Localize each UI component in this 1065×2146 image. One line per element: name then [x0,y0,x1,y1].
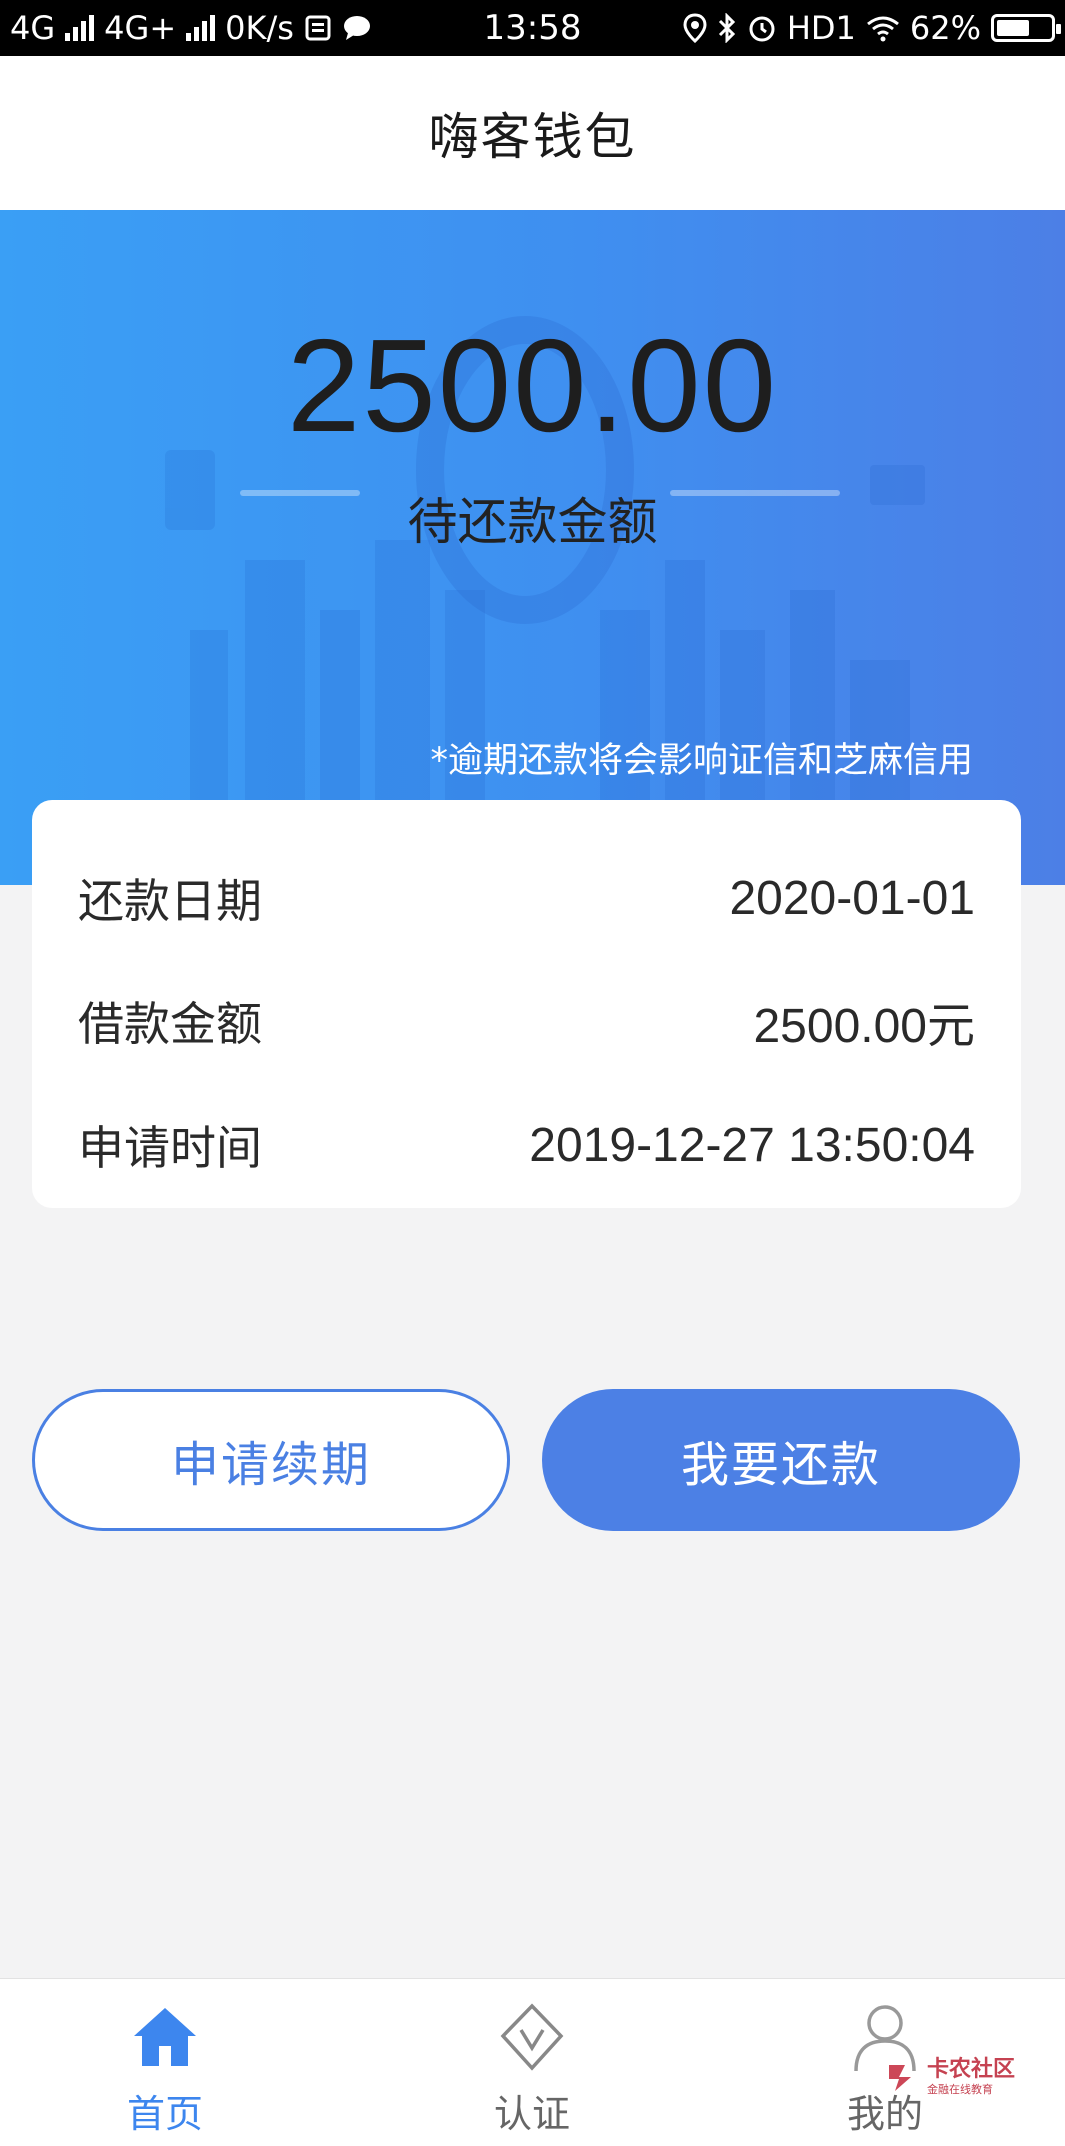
bluetooth-icon [718,13,735,43]
repayment-hero: 2500.00 待还款金额 *逾期还款将会影响证信和芝麻信用 [0,210,1065,885]
watermark-text: 卡农社区 金融在线教育 [927,2057,1016,2096]
detail-row-apply-time: 申请时间 2019-12-27 13:50:04 [78,1115,975,1176]
status-bar: 4G 4G+ 0K/s 13:58 HD1 62% [0,0,1065,56]
apply-extension-button[interactable]: 申请续期 [32,1389,510,1531]
battery-fill [997,20,1030,36]
detail-row-repay-date: 还款日期 2020-01-01 [78,868,975,929]
due-amount: 2500.00 [286,312,779,459]
detail-label: 借款金额 [78,997,262,1051]
status-right: HD1 62% [683,9,1061,47]
overdue-warning: *逾期还款将会影响证信和芝麻信用 [430,741,973,781]
signal-icon [65,15,95,41]
due-amount-label: 待还款金额 [407,493,658,551]
tab-label: 认证 [493,2092,570,2136]
home-icon [125,1997,205,2077]
detail-row-loan-amount: 借款金额 2500.00元 [78,991,975,1053]
detail-label: 申请时间 [78,1121,262,1175]
loan-details-card: 还款日期 2020-01-01 借款金额 2500.00元 申请时间 2019-… [32,800,1021,1208]
notification-icon [305,15,331,41]
network-speed: 0K/s [225,9,294,47]
network-label-1: 4G [10,9,56,47]
alarm-icon [749,16,775,42]
repay-button[interactable]: 我要还款 [542,1389,1020,1531]
page-title: 嗨客钱包 [428,108,637,166]
detail-value: 2019-12-27 13:50:04 [529,1118,975,1172]
wifi-icon [866,16,899,42]
watermark-sub: 金融在线教育 [927,2083,993,2096]
app-header: 嗨客钱包 [0,56,1065,210]
watermark-logo-icon [889,2065,911,2091]
verify-icon [492,1997,572,2077]
network-label-2: 4G+ [104,9,177,47]
status-left: 4G 4G+ 0K/s [10,9,372,47]
detail-value: 2020-01-01 [729,871,975,925]
watermark: 卡农社区 金融在线教育 [885,2052,1035,2102]
detail-label: 还款日期 [78,874,262,928]
message-icon [343,16,370,40]
detail-value: 2500.00元 [753,1000,975,1053]
tab-verify[interactable]: 认证 [432,1979,632,2146]
tab-home[interactable]: 首页 [65,1979,265,2146]
watermark-main: 卡农社区 [927,2057,1016,2082]
battery-icon [991,14,1061,42]
signal-icon-2 [186,15,216,41]
hd-label: HD1 [786,9,856,47]
tab-label: 首页 [126,2092,203,2136]
location-icon [683,13,707,43]
battery-percent: 62% [909,9,981,47]
